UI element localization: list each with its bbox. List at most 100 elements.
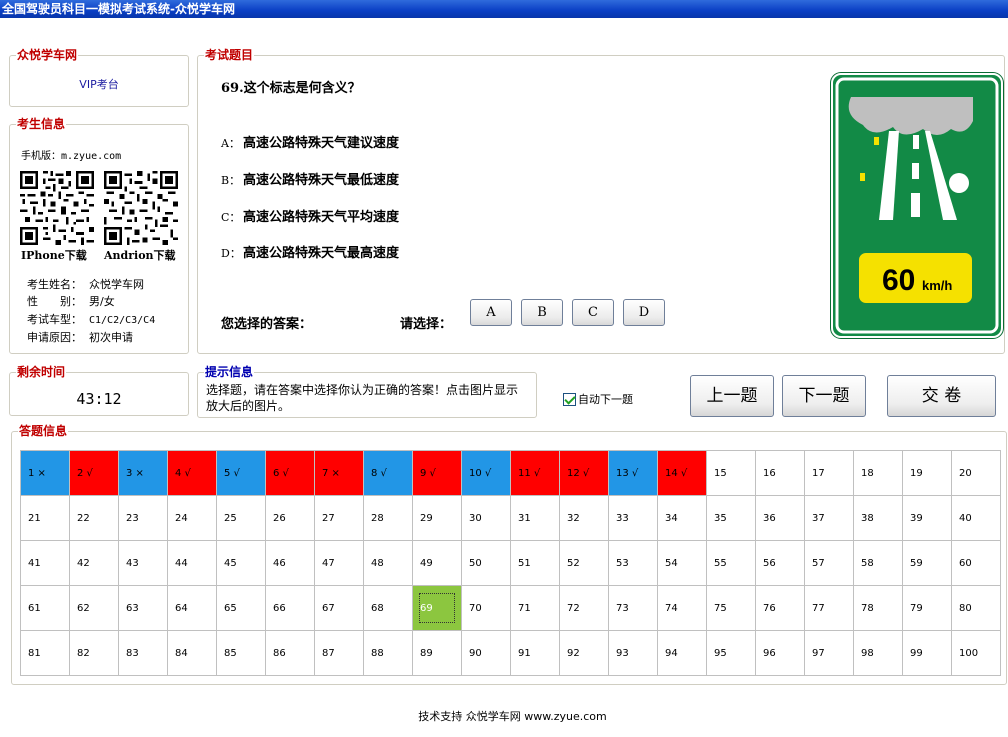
question-cell[interactable]: 67 [315, 586, 364, 631]
question-cell[interactable]: 4 √ [168, 451, 217, 496]
question-cell[interactable]: 71 [511, 586, 560, 631]
question-cell[interactable]: 54 [658, 541, 707, 586]
question-cell[interactable]: 22 [70, 496, 119, 541]
question-cell[interactable]: 80 [952, 586, 1001, 631]
question-cell[interactable]: 65 [217, 586, 266, 631]
question-cell[interactable]: 90 [462, 631, 511, 676]
question-cell[interactable]: 61 [21, 586, 70, 631]
question-cell[interactable]: 2 √ [70, 451, 119, 496]
question-cell[interactable]: 85 [217, 631, 266, 676]
question-cell[interactable]: 14 √ [658, 451, 707, 496]
auto-next-checkbox[interactable]: 自动下一题 [563, 391, 633, 407]
question-cell[interactable]: 15 [707, 451, 756, 496]
question-cell[interactable]: 30 [462, 496, 511, 541]
question-cell[interactable]: 11 √ [511, 451, 560, 496]
option-c[interactable]: C： 高速公路特殊天气平均速度 [221, 206, 399, 225]
question-cell[interactable]: 51 [511, 541, 560, 586]
question-cell[interactable]: 42 [70, 541, 119, 586]
answer-button-d[interactable]: D [623, 299, 665, 326]
question-cell[interactable]: 47 [315, 541, 364, 586]
question-cell[interactable]: 33 [609, 496, 658, 541]
answer-button-a[interactable]: A [470, 299, 512, 326]
question-cell[interactable]: 39 [903, 496, 952, 541]
question-cell[interactable]: 99 [903, 631, 952, 676]
question-cell[interactable]: 96 [756, 631, 805, 676]
question-cell[interactable]: 94 [658, 631, 707, 676]
question-cell[interactable]: 89 [413, 631, 462, 676]
question-cell[interactable]: 57 [805, 541, 854, 586]
question-cell[interactable]: 97 [805, 631, 854, 676]
question-cell[interactable]: 9 √ [413, 451, 462, 496]
question-cell[interactable]: 34 [658, 496, 707, 541]
question-cell[interactable]: 8 √ [364, 451, 413, 496]
question-cell[interactable]: 52 [560, 541, 609, 586]
option-a[interactable]: A： 高速公路特殊天气建议速度 [221, 132, 399, 151]
question-cell[interactable]: 36 [756, 496, 805, 541]
question-cell[interactable]: 50 [462, 541, 511, 586]
question-cell[interactable]: 78 [854, 586, 903, 631]
question-cell[interactable]: 83 [119, 631, 168, 676]
question-cell[interactable]: 53 [609, 541, 658, 586]
question-cell[interactable]: 49 [413, 541, 462, 586]
question-cell[interactable]: 59 [903, 541, 952, 586]
question-cell[interactable]: 88 [364, 631, 413, 676]
question-cell[interactable]: 81 [21, 631, 70, 676]
question-cell[interactable]: 95 [707, 631, 756, 676]
android-qr-code[interactable] [104, 171, 178, 245]
next-question-button[interactable]: 下一题 [782, 375, 866, 417]
question-cell[interactable]: 10 √ [462, 451, 511, 496]
question-cell[interactable]: 63 [119, 586, 168, 631]
question-cell[interactable]: 75 [707, 586, 756, 631]
option-d[interactable]: D： 高速公路特殊天气最高速度 [221, 242, 399, 261]
question-cell[interactable]: 48 [364, 541, 413, 586]
question-cell[interactable]: 77 [805, 586, 854, 631]
question-cell[interactable]: 24 [168, 496, 217, 541]
question-cell[interactable]: 74 [658, 586, 707, 631]
question-cell[interactable]: 58 [854, 541, 903, 586]
question-cell[interactable]: 86 [266, 631, 315, 676]
question-cell[interactable]: 13 √ [609, 451, 658, 496]
question-cell[interactable]: 37 [805, 496, 854, 541]
question-cell[interactable]: 69 [413, 586, 462, 631]
question-cell[interactable]: 72 [560, 586, 609, 631]
question-cell[interactable]: 5 √ [217, 451, 266, 496]
question-cell[interactable]: 92 [560, 631, 609, 676]
question-cell[interactable]: 93 [609, 631, 658, 676]
question-cell[interactable]: 98 [854, 631, 903, 676]
question-cell[interactable]: 23 [119, 496, 168, 541]
question-cell[interactable]: 87 [315, 631, 364, 676]
prev-question-button[interactable]: 上一题 [690, 375, 774, 417]
question-cell[interactable]: 84 [168, 631, 217, 676]
answer-button-b[interactable]: B [521, 299, 563, 326]
question-cell[interactable]: 35 [707, 496, 756, 541]
question-cell[interactable]: 79 [903, 586, 952, 631]
question-cell[interactable]: 18 [854, 451, 903, 496]
question-cell[interactable]: 100 [952, 631, 1001, 676]
question-cell[interactable]: 21 [21, 496, 70, 541]
question-cell[interactable]: 82 [70, 631, 119, 676]
question-cell[interactable]: 17 [805, 451, 854, 496]
question-sign-image[interactable]: 60 km/h [831, 73, 1003, 338]
question-cell[interactable]: 26 [266, 496, 315, 541]
question-cell[interactable]: 29 [413, 496, 462, 541]
question-cell[interactable]: 91 [511, 631, 560, 676]
question-cell[interactable]: 64 [168, 586, 217, 631]
question-cell[interactable]: 44 [168, 541, 217, 586]
question-cell[interactable]: 19 [903, 451, 952, 496]
question-cell[interactable]: 73 [609, 586, 658, 631]
question-cell[interactable]: 16 [756, 451, 805, 496]
question-cell[interactable]: 32 [560, 496, 609, 541]
iphone-qr-code[interactable] [20, 171, 94, 245]
question-cell[interactable]: 25 [217, 496, 266, 541]
question-cell[interactable]: 7 × [315, 451, 364, 496]
question-cell[interactable]: 68 [364, 586, 413, 631]
question-cell[interactable]: 40 [952, 496, 1001, 541]
question-cell[interactable]: 27 [315, 496, 364, 541]
question-cell[interactable]: 3 × [119, 451, 168, 496]
question-cell[interactable]: 20 [952, 451, 1001, 496]
submit-exam-button[interactable]: 交 卷 [887, 375, 996, 417]
checkbox-icon[interactable] [563, 392, 576, 406]
question-cell[interactable]: 55 [707, 541, 756, 586]
question-cell[interactable]: 76 [756, 586, 805, 631]
question-cell[interactable]: 41 [21, 541, 70, 586]
